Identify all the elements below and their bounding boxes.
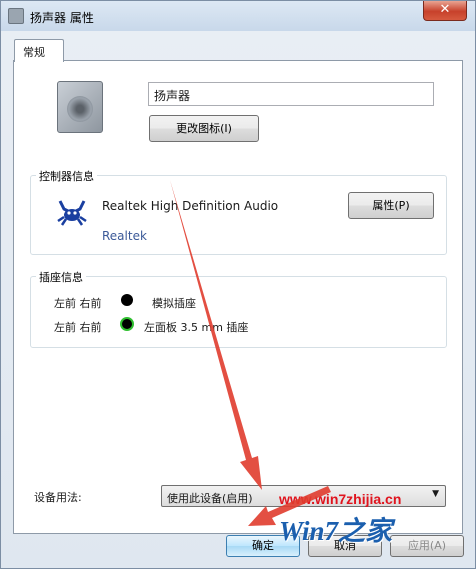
jack-info-group xyxy=(30,276,447,348)
chevron-down-icon: ▼ xyxy=(432,489,439,499)
tab-general-label: 常规 xyxy=(23,46,45,59)
jack-row-1-channels: 左前 右前 xyxy=(54,297,102,310)
controller-name: Realtek High Definition Audio xyxy=(102,199,279,213)
close-button[interactable]: ✕ xyxy=(423,1,467,21)
change-icon-button[interactable]: 更改图标(I) xyxy=(149,115,259,142)
jack-row-2-color-dot xyxy=(120,317,134,331)
controller-info-label: 控制器信息 xyxy=(36,168,97,184)
device-usage-selected-value: 使用此设备(启用) xyxy=(167,492,253,505)
tab-general[interactable]: 常规 xyxy=(14,39,64,62)
apply-button[interactable]: 应用(A) xyxy=(390,535,464,557)
jack-row-1-color-dot xyxy=(121,294,133,306)
jack-row-1-description: 模拟插座 xyxy=(152,297,196,310)
realtek-crab-icon xyxy=(57,200,87,226)
speaker-device-icon xyxy=(57,81,103,133)
speaker-cone-icon xyxy=(67,96,93,122)
device-usage-label: 设备用法: xyxy=(34,491,82,504)
jack-row-2-channels: 左前 右前 xyxy=(54,321,102,334)
device-name-field[interactable]: 扬声器 xyxy=(148,82,434,106)
speaker-icon xyxy=(8,8,24,24)
jack-row-2-description: 左面板 3.5 mm 插座 xyxy=(144,321,249,334)
title-bar[interactable]: 扬声器 属性 ✕ xyxy=(1,1,475,31)
window-title: 扬声器 属性 xyxy=(30,11,94,25)
controller-properties-button[interactable]: 属性(P) xyxy=(348,192,434,219)
speaker-properties-dialog: 扬声器 属性 ✕ 常规 扬声器 更改图标(I) 控制器信息 Realtek Hi… xyxy=(0,0,476,569)
controller-vendor-link[interactable]: Realtek xyxy=(102,229,147,243)
jack-info-label: 插座信息 xyxy=(36,269,86,285)
watermark-logo: Win7之家 xyxy=(279,516,393,546)
watermark-url: www.win7zhijia.cn xyxy=(279,491,402,507)
